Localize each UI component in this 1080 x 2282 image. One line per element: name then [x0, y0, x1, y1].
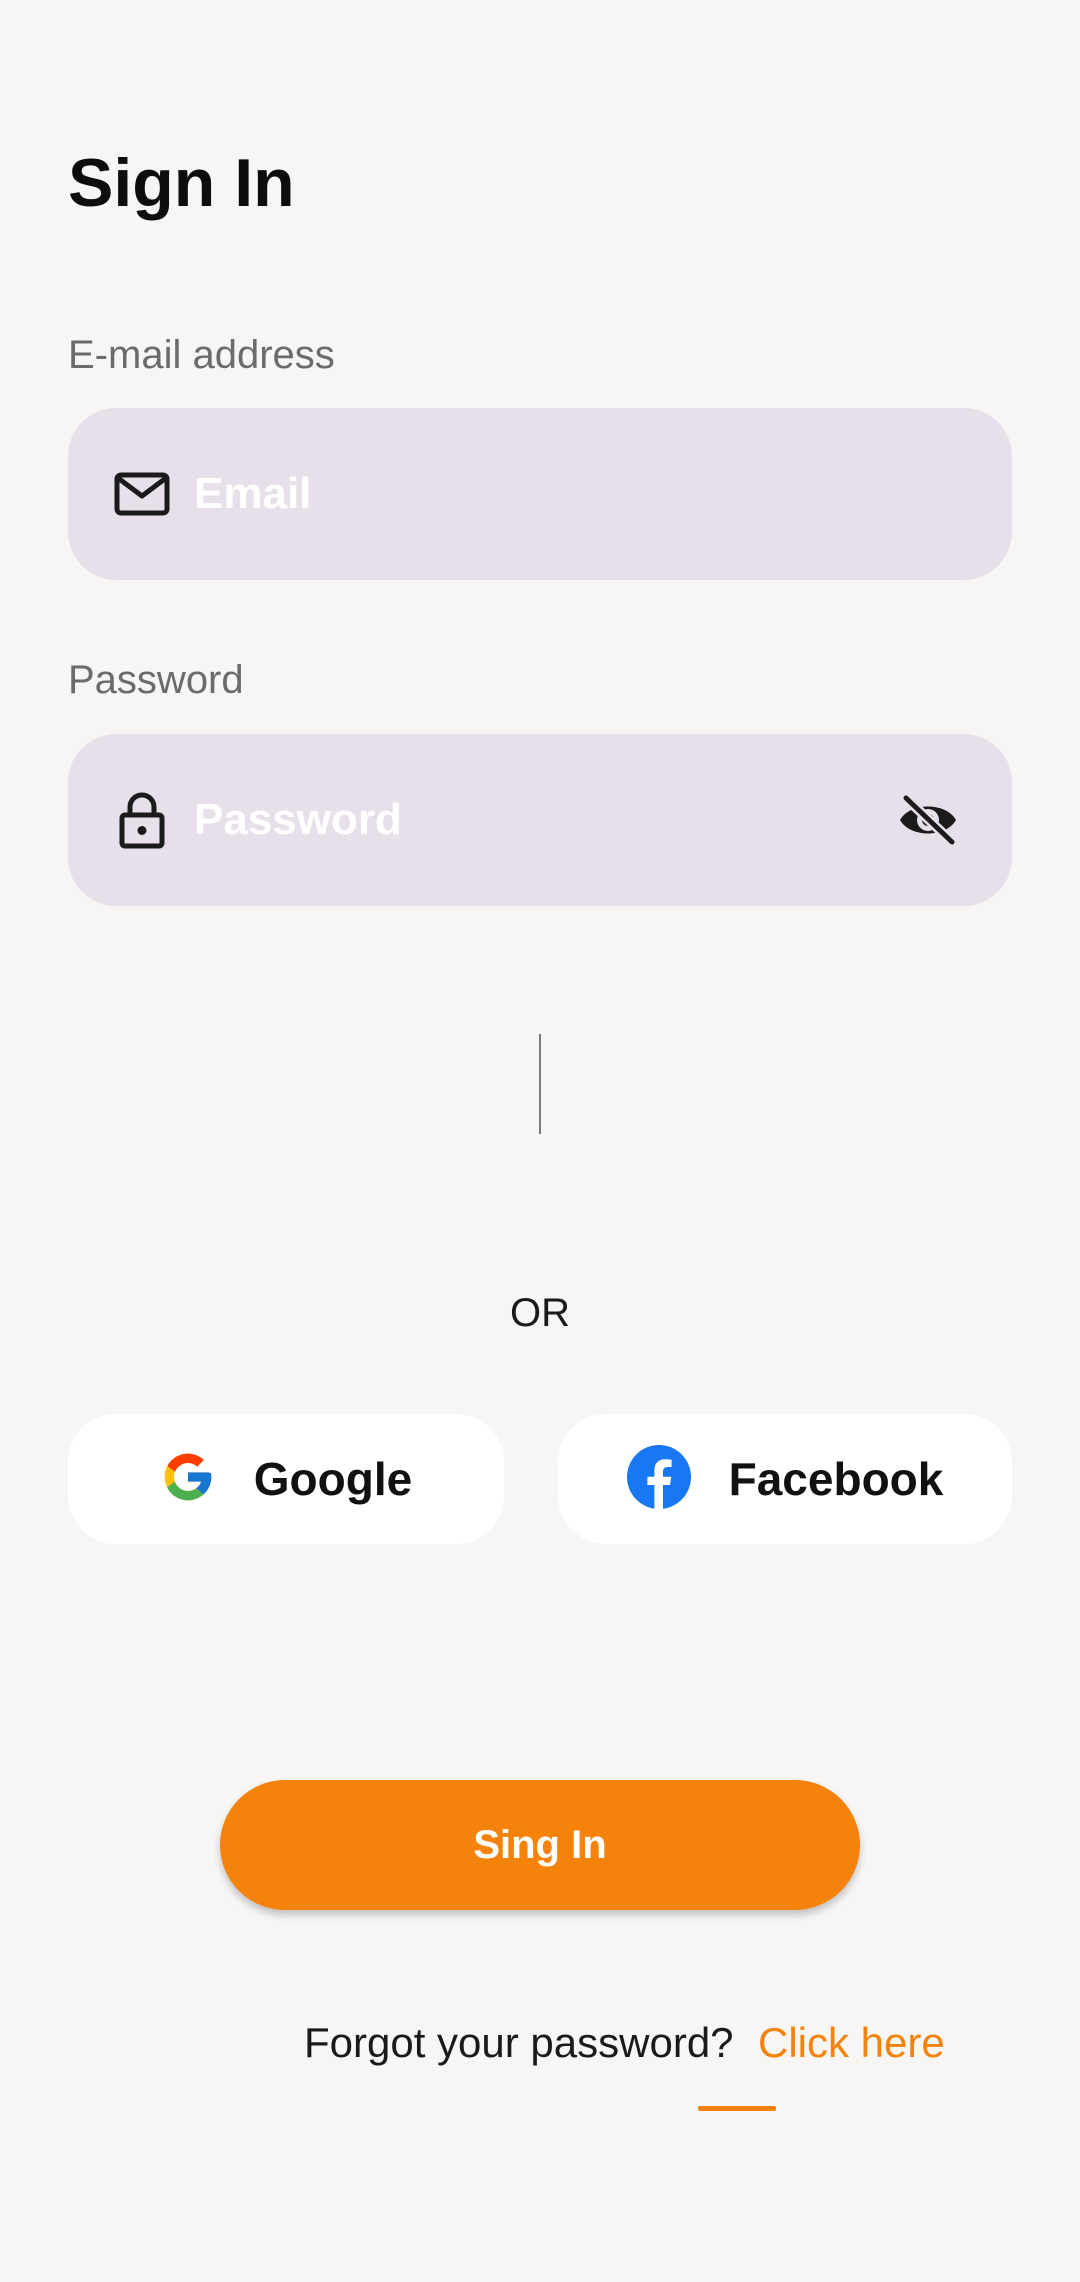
password-input[interactable] [194, 734, 834, 906]
facebook-icon [626, 1444, 691, 1514]
link-underline [698, 2106, 776, 2111]
email-label: E-mail address [68, 333, 335, 377]
facebook-signin-button[interactable]: Facebook [558, 1414, 1012, 1544]
google-button-label: Google [253, 1453, 413, 1505]
sign-in-button[interactable]: Sing In [220, 1780, 860, 1910]
password-label: Password [68, 658, 244, 702]
facebook-button-label: Facebook [728, 1453, 944, 1505]
google-icon [160, 1449, 216, 1510]
mail-icon [112, 464, 172, 524]
or-divider: OR [510, 1291, 570, 1335]
email-field[interactable] [68, 408, 1012, 580]
loading-indicator [539, 1034, 541, 1134]
password-field[interactable] [68, 734, 1012, 906]
google-signin-button[interactable]: Google [68, 1414, 504, 1544]
email-input[interactable] [194, 408, 834, 580]
forgot-password-text: Forgot your password? [304, 2019, 734, 2066]
page-title: Sign In [68, 145, 295, 221]
forgot-password-link[interactable]: Click here [758, 2016, 945, 2070]
lock-icon [112, 790, 172, 850]
eye-off-icon[interactable] [896, 788, 960, 852]
